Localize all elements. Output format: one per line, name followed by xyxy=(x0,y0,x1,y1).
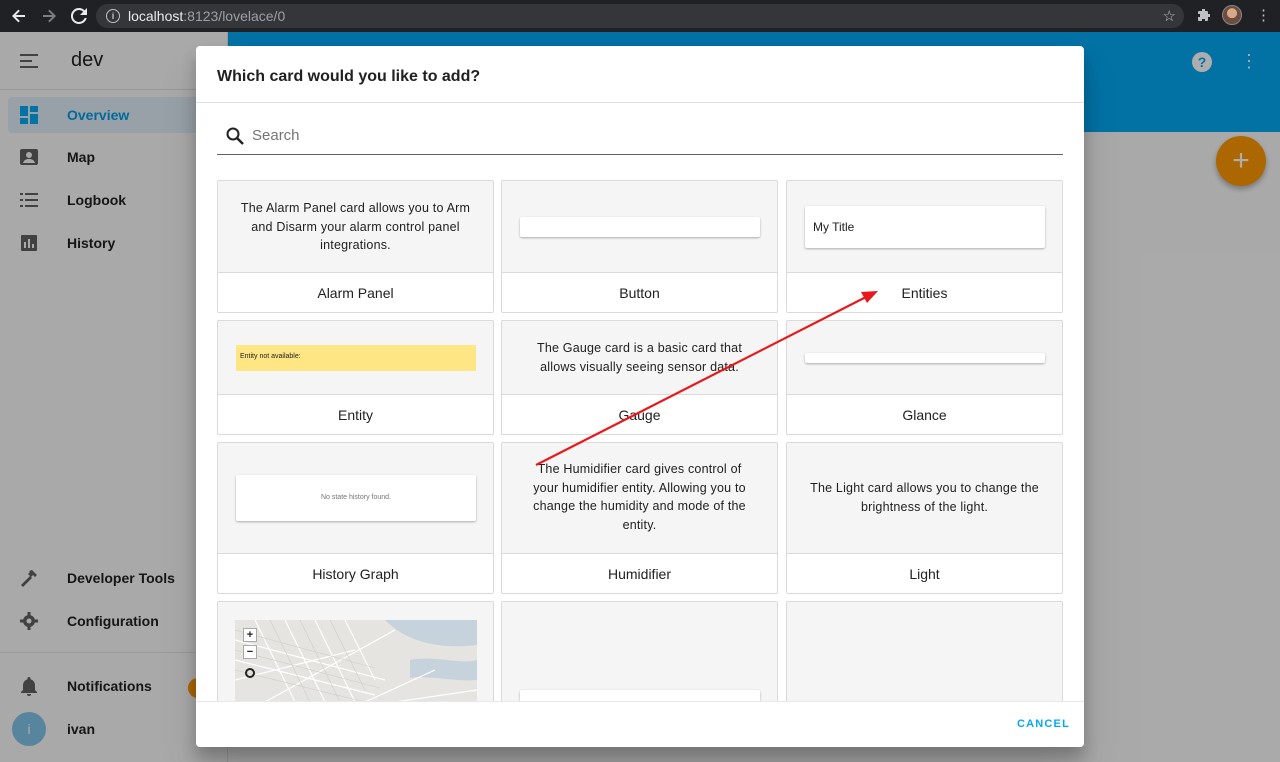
history-empty-text: No state history found. xyxy=(320,494,392,501)
dialog-header-divider xyxy=(196,102,1084,103)
dialog-actions: CANCEL xyxy=(196,701,1084,747)
card-option-entity[interactable]: Entity not available: Entity xyxy=(217,320,494,435)
card-name: Entity xyxy=(337,407,373,423)
history-preview-card: No state history found. xyxy=(236,475,476,521)
forward-arrow-icon[interactable] xyxy=(38,5,60,27)
back-arrow-icon[interactable] xyxy=(8,5,30,27)
button-preview-card xyxy=(520,217,760,237)
card-option-markdown[interactable] xyxy=(501,601,778,701)
card-option-gauge[interactable]: The Gauge card is a basic card that allo… xyxy=(501,320,778,435)
card-option-alarm-panel[interactable]: The Alarm Panel card allows you to Arm a… xyxy=(217,180,494,313)
card-description: The Alarm Panel card allows you to Arm a… xyxy=(240,201,471,252)
card-name: Button xyxy=(619,285,660,301)
entity-warning-box: Entity not available: xyxy=(236,345,476,371)
entity-warning-text: Entity not available: xyxy=(240,353,301,360)
card-preview: Entity not available: xyxy=(218,321,493,395)
card-description: The Humidifier card gives control of you… xyxy=(533,462,746,532)
entities-preview-card: My Title xyxy=(805,206,1045,248)
entities-preview-title: My Title xyxy=(813,220,855,234)
card-preview: + − xyxy=(218,602,493,701)
browser-toolbar: i localhost:8123/lovelace/0 ☆ ⋮ xyxy=(0,0,1280,32)
card-option-humidifier[interactable]: The Humidifier card gives control of you… xyxy=(501,442,778,594)
site-info-icon[interactable]: i xyxy=(106,9,120,23)
card-name: Gauge xyxy=(618,407,661,423)
card-name: Humidifier xyxy=(607,566,671,582)
address-bar[interactable]: i localhost:8123/lovelace/0 ☆ xyxy=(96,4,1184,28)
card-description: The Light card allows you to change the … xyxy=(810,481,1039,514)
card-option-map[interactable]: + − xyxy=(217,601,494,701)
extensions-puzzle-icon[interactable] xyxy=(1196,8,1212,24)
card-name: Alarm Panel xyxy=(317,285,394,301)
browser-menu-icon[interactable]: ⋮ xyxy=(1256,8,1271,24)
card-preview: The Gauge card is a basic card that allo… xyxy=(502,321,777,395)
card-preview: The Humidifier card gives control of you… xyxy=(502,443,777,554)
card-description: The Gauge card is a basic card that allo… xyxy=(536,341,743,374)
glance-preview-card xyxy=(805,353,1045,363)
url-text: localhost:8123/lovelace/0 xyxy=(128,8,286,24)
card-preview xyxy=(787,602,1062,701)
bookmark-star-icon[interactable]: ☆ xyxy=(1163,7,1176,25)
card-option-entities[interactable]: My Title Entities xyxy=(786,180,1063,313)
map-preview: + − xyxy=(235,620,477,701)
map-streets-image xyxy=(235,620,477,701)
reload-icon[interactable] xyxy=(68,5,90,27)
map-recenter-icon[interactable] xyxy=(245,668,255,678)
markdown-preview-card xyxy=(520,690,760,701)
card-option-glance[interactable]: Glance xyxy=(786,320,1063,435)
card-preview: No state history found. xyxy=(218,443,493,554)
search-icon xyxy=(226,127,244,145)
card-preview xyxy=(787,321,1062,395)
card-name: History Graph xyxy=(312,566,399,582)
card-preview: The Alarm Panel card allows you to Arm a… xyxy=(218,181,493,273)
card-name: Light xyxy=(909,566,940,582)
card-picker-grid: The Alarm Panel card allows you to Arm a… xyxy=(196,156,1084,701)
card-option-history-graph[interactable]: No state history found. History Graph xyxy=(217,442,494,594)
profile-avatar[interactable] xyxy=(1222,5,1242,25)
search-input[interactable] xyxy=(252,124,1032,146)
map-zoom-in-button[interactable]: + xyxy=(243,628,257,642)
card-option-light[interactable]: The Light card allows you to change the … xyxy=(786,442,1063,594)
card-preview: The Light card allows you to change the … xyxy=(787,443,1062,554)
card-option-button[interactable]: Button xyxy=(501,180,778,313)
map-zoom-out-button[interactable]: − xyxy=(243,645,257,659)
card-name: Entities xyxy=(901,285,948,301)
card-preview: My Title xyxy=(787,181,1062,273)
card-preview xyxy=(502,181,777,273)
card-name: Glance xyxy=(902,407,947,423)
search-field[interactable] xyxy=(217,118,1063,155)
add-card-dialog: Which card would you like to add? The Al… xyxy=(196,46,1084,747)
card-preview xyxy=(502,602,777,701)
card-option-media-control[interactable] xyxy=(786,601,1063,701)
cancel-button[interactable]: CANCEL xyxy=(1017,718,1070,730)
dialog-title: Which card would you like to add? xyxy=(217,68,481,85)
